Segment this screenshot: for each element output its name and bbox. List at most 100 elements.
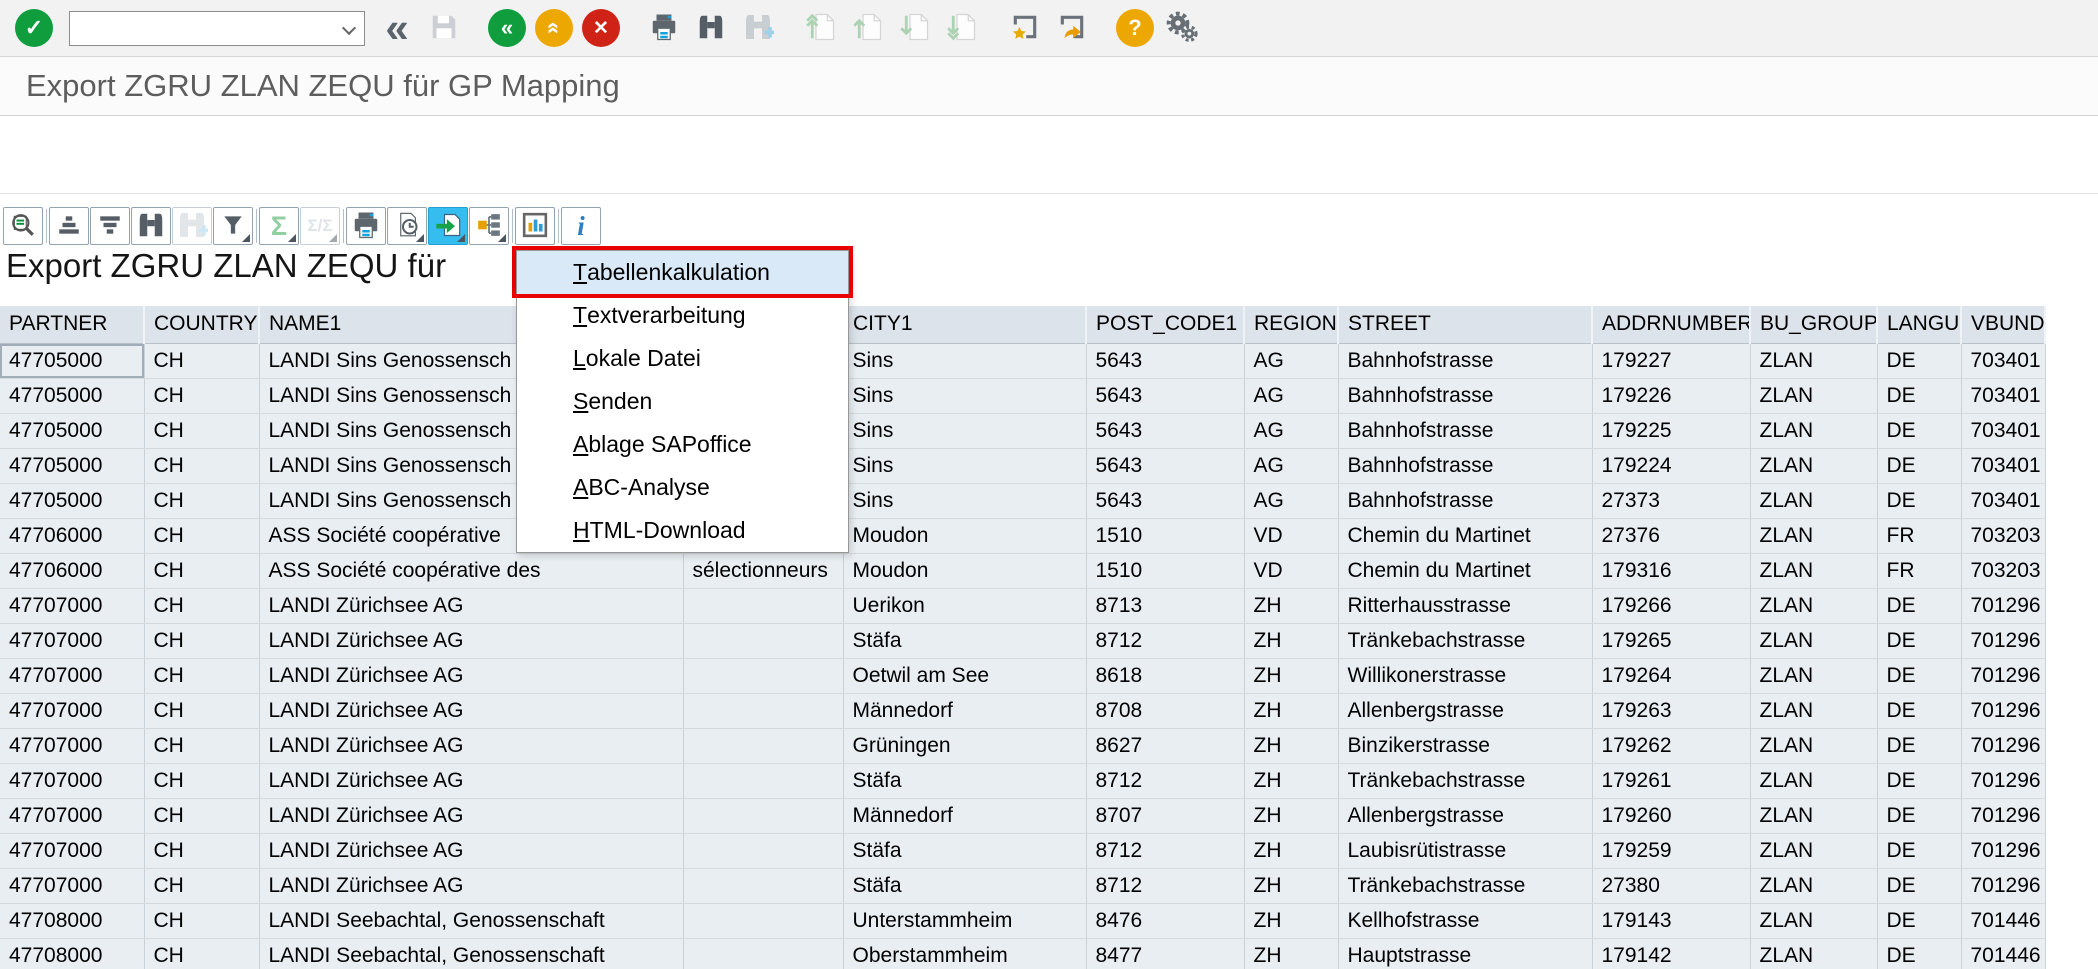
cell[interactable]: 179264 <box>1592 658 1750 693</box>
cell[interactable]: Tränkebachstrasse <box>1338 763 1592 798</box>
help-button[interactable]: ? <box>1113 5 1157 51</box>
cell[interactable]: Chemin du Martinet <box>1338 553 1592 588</box>
cell[interactable]: ZLAN <box>1750 658 1877 693</box>
menu-item-textverarbeitung[interactable]: Textverarbeitung <box>517 294 848 337</box>
cell[interactable]: ZLAN <box>1750 763 1877 798</box>
menu-item-lokale-datei[interactable]: Lokale Datei <box>517 337 848 380</box>
subtotal-button[interactable]: Σ/Σ <box>300 207 340 245</box>
cell[interactable]: CH <box>144 413 259 448</box>
cell[interactable]: Sins <box>843 343 1086 378</box>
cell[interactable]: Ritterhausstrasse <box>1338 588 1592 623</box>
cell[interactable]: AG <box>1244 448 1338 483</box>
cell[interactable]: CH <box>144 553 259 588</box>
cell[interactable]: Männedorf <box>843 798 1086 833</box>
cell[interactable]: 8712 <box>1086 833 1244 868</box>
cell[interactable]: Willikonerstrasse <box>1338 658 1592 693</box>
cell[interactable]: CH <box>144 343 259 378</box>
enter-button[interactable]: ✓ <box>12 5 56 51</box>
cell[interactable]: 701296 <box>1961 693 2045 728</box>
cell[interactable]: ZH <box>1244 798 1338 833</box>
cancel-button[interactable]: « <box>532 5 576 51</box>
cell[interactable]: 47706000 <box>0 518 144 553</box>
cell[interactable]: 179261 <box>1592 763 1750 798</box>
cell[interactable]: FR <box>1877 553 1961 588</box>
cell[interactable]: 8713 <box>1086 588 1244 623</box>
cell[interactable] <box>683 938 843 969</box>
cell[interactable]: ZLAN <box>1750 378 1877 413</box>
cell[interactable]: Allenbergstrasse <box>1338 798 1592 833</box>
cell[interactable]: AG <box>1244 483 1338 518</box>
cell[interactable]: 179265 <box>1592 623 1750 658</box>
cell[interactable]: 5643 <box>1086 343 1244 378</box>
cell[interactable]: Oberstammheim <box>843 938 1086 969</box>
cell[interactable]: 179262 <box>1592 728 1750 763</box>
cell[interactable]: DE <box>1877 693 1961 728</box>
cell[interactable]: ZH <box>1244 658 1338 693</box>
cell[interactable] <box>683 868 843 903</box>
exit-button[interactable]: « <box>485 5 529 51</box>
cell[interactable]: 179143 <box>1592 903 1750 938</box>
cell[interactable]: 179316 <box>1592 553 1750 588</box>
cell[interactable]: ZLAN <box>1750 728 1877 763</box>
cell[interactable]: ZLAN <box>1750 868 1877 903</box>
cell[interactable]: AG <box>1244 378 1338 413</box>
graphic-button[interactable] <box>515 207 555 245</box>
cell[interactable]: LANDI Zürichsee AG <box>259 833 683 868</box>
cell[interactable]: 47707000 <box>0 868 144 903</box>
cell[interactable]: 47707000 <box>0 588 144 623</box>
cell[interactable] <box>683 728 843 763</box>
cell[interactable]: 8618 <box>1086 658 1244 693</box>
cell[interactable]: 703401 <box>1961 448 2045 483</box>
cell[interactable]: LANDI Zürichsee AG <box>259 763 683 798</box>
cell[interactable]: 47705000 <box>0 378 144 413</box>
column-header-PARTNER[interactable]: PARTNER <box>0 306 144 343</box>
cell[interactable]: 179225 <box>1592 413 1750 448</box>
cell[interactable]: 47707000 <box>0 658 144 693</box>
cell[interactable]: ZLAN <box>1750 553 1877 588</box>
cell[interactable]: LANDI Zürichsee AG <box>259 623 683 658</box>
cell[interactable]: Grüningen <box>843 728 1086 763</box>
cell[interactable]: Tränkebachstrasse <box>1338 868 1592 903</box>
cell[interactable]: DE <box>1877 728 1961 763</box>
cell[interactable]: CH <box>144 623 259 658</box>
cell[interactable]: 179142 <box>1592 938 1750 969</box>
cell[interactable]: DE <box>1877 833 1961 868</box>
cell[interactable]: Stäfa <box>843 833 1086 868</box>
sort-descending-button[interactable] <box>90 207 130 245</box>
cell[interactable]: ZLAN <box>1750 483 1877 518</box>
column-header-REGION[interactable]: REGION <box>1244 306 1338 343</box>
cell[interactable]: 701296 <box>1961 658 2045 693</box>
cell[interactable]: DE <box>1877 343 1961 378</box>
cell[interactable]: 47707000 <box>0 623 144 658</box>
customize-layout-button[interactable] <box>1160 5 1204 51</box>
column-header-VBUND[interactable]: VBUND <box>1961 306 2045 343</box>
cell[interactable]: CH <box>144 728 259 763</box>
cell[interactable]: Binzikerstrasse <box>1338 728 1592 763</box>
cell[interactable]: CH <box>144 518 259 553</box>
cell[interactable]: Sins <box>843 448 1086 483</box>
cell[interactable]: DE <box>1877 623 1961 658</box>
cell[interactable]: Bahnhofstrasse <box>1338 378 1592 413</box>
cell[interactable] <box>683 588 843 623</box>
menu-item-tabellenkalkulation[interactable]: Tabellenkalkulation <box>517 251 848 294</box>
cell[interactable]: 8712 <box>1086 623 1244 658</box>
cell[interactable] <box>683 658 843 693</box>
cell[interactable]: 703203 <box>1961 553 2045 588</box>
cell[interactable]: DE <box>1877 938 1961 969</box>
last-page-button[interactable] <box>940 5 984 51</box>
cell[interactable]: Stäfa <box>843 868 1086 903</box>
cell[interactable]: 701296 <box>1961 763 2045 798</box>
back-button[interactable]: « <box>375 5 419 51</box>
cell[interactable]: 47707000 <box>0 693 144 728</box>
cell[interactable]: Laubisrütistrasse <box>1338 833 1592 868</box>
column-header-COUNTRY[interactable]: COUNTRY <box>144 306 259 343</box>
save-button[interactable] <box>422 5 466 51</box>
cell[interactable]: 179227 <box>1592 343 1750 378</box>
cell[interactable]: Chemin du Martinet <box>1338 518 1592 553</box>
cell[interactable]: 47705000 <box>0 448 144 483</box>
cell[interactable]: 5643 <box>1086 448 1244 483</box>
column-header-BU_GROUP[interactable]: BU_GROUP <box>1750 306 1877 343</box>
cell[interactable]: 703401 <box>1961 483 2045 518</box>
create-shortcut-button[interactable] <box>1050 5 1094 51</box>
menu-item-senden[interactable]: Senden <box>517 380 848 423</box>
